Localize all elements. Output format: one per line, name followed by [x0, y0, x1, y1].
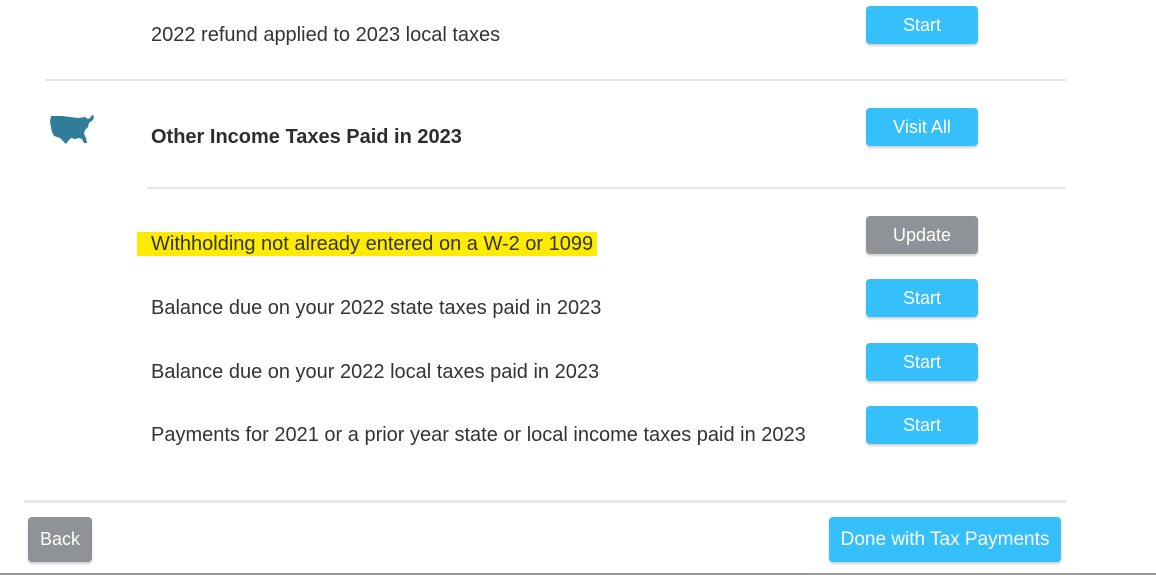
balance-state-start-button[interactable]: Start: [866, 279, 978, 317]
done-with-tax-payments-button[interactable]: Done with Tax Payments: [829, 517, 1061, 562]
balance-local-label: Balance due on your 2022 local taxes pai…: [151, 361, 600, 383]
refund-local-label: 2022 refund applied to 2023 local taxes: [151, 24, 501, 46]
header-divider: [147, 187, 1066, 189]
balance-local-start-button[interactable]: Start: [866, 343, 978, 381]
balance-state-label: Balance due on your 2022 state taxes pai…: [151, 297, 602, 319]
prior-year-payments-start-button[interactable]: Start: [866, 406, 978, 444]
prior-year-payments-label: Payments for 2021 or a prior year state …: [151, 424, 806, 446]
us-map-icon: [50, 115, 94, 144]
refund-local-start-button[interactable]: Start: [866, 6, 978, 44]
footer-divider: [24, 500, 1066, 503]
tax-payments-page: 2022 refund applied to 2023 local taxes …: [0, 0, 1156, 575]
visit-all-button[interactable]: Visit All: [866, 108, 978, 146]
withholding-update-button[interactable]: Update: [866, 216, 978, 254]
withholding-label: Withholding not already entered on a W-2…: [137, 232, 598, 256]
back-button[interactable]: Back: [28, 517, 92, 562]
other-taxes-title: Other Income Taxes Paid in 2023: [151, 126, 462, 148]
section-divider: [45, 79, 1066, 81]
